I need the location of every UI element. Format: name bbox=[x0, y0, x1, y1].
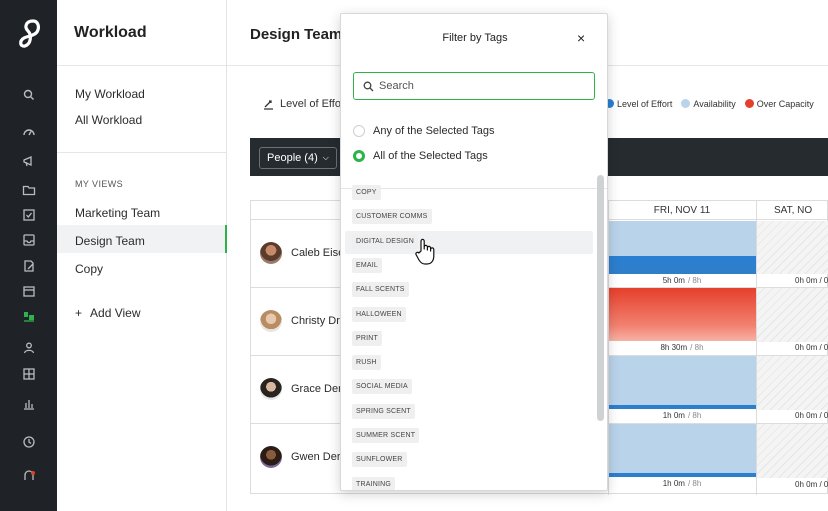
tag-item[interactable]: RUSH bbox=[352, 355, 381, 371]
fri-hours: 1h 0m/ 8h bbox=[662, 479, 702, 488]
reports-bar-chart-icon[interactable] bbox=[19, 394, 39, 414]
add-view-label: Add View bbox=[90, 306, 141, 320]
column-header-fri: FRI, NOV 11 bbox=[608, 201, 756, 220]
tag-item[interactable]: HALLOWEEN bbox=[352, 306, 406, 322]
avatar bbox=[260, 242, 282, 264]
level-of-effort-bar bbox=[609, 256, 756, 274]
close-icon[interactable]: × bbox=[577, 30, 585, 46]
person-name: Gwen Der bbox=[291, 451, 341, 463]
page-title: Design Team bbox=[250, 26, 343, 43]
radio-all-tags[interactable]: All of the Selected Tags bbox=[353, 150, 488, 162]
availability-cell[interactable] bbox=[609, 356, 756, 409]
radio-any-tags[interactable]: Any of the Selected Tags bbox=[353, 125, 495, 137]
hand-pointer-cursor-icon bbox=[415, 238, 435, 265]
folder-icon[interactable] bbox=[19, 180, 39, 200]
fri-hours: 1h 0m/ 8h bbox=[662, 411, 702, 420]
table-row[interactable]: Caleb Eise bbox=[260, 242, 344, 264]
level-of-effort-bar bbox=[609, 405, 756, 409]
add-view-button[interactable]: + Add View bbox=[75, 306, 141, 320]
sidebar-divider bbox=[57, 152, 226, 153]
table-row[interactable]: Christy Dr bbox=[260, 310, 340, 332]
sidebar-view-design-team[interactable]: Design Team bbox=[75, 234, 145, 248]
app-logo-icon[interactable] bbox=[0, 14, 57, 54]
icon-rail bbox=[0, 0, 57, 511]
radio-label: Any of the Selected Tags bbox=[373, 125, 495, 137]
search-icon bbox=[363, 81, 374, 91]
fri-hours: 8h 30m/ 8h bbox=[660, 343, 704, 352]
tag-item[interactable]: SUNFLOWER bbox=[352, 452, 407, 468]
radio-button bbox=[353, 125, 365, 137]
sidebar-view-marketing-team[interactable]: Marketing Team bbox=[75, 206, 160, 220]
edit-document-icon[interactable] bbox=[19, 256, 39, 276]
sidebar-item-my-workload[interactable]: My Workload bbox=[75, 87, 145, 101]
fri-hours: 5h 0m/ 8h bbox=[662, 276, 702, 285]
tag-item[interactable]: FALL SCENTS bbox=[352, 282, 409, 298]
my-views-label: MY VIEWS bbox=[75, 179, 124, 189]
popup-title: Filter by Tags bbox=[442, 32, 508, 44]
person-name: Christy Dr bbox=[291, 315, 340, 327]
tag-item[interactable]: EMAIL bbox=[352, 257, 383, 273]
unavailable-cell bbox=[757, 424, 828, 478]
checkbox-tasks-icon[interactable] bbox=[19, 205, 39, 225]
person-name: Grace Der bbox=[291, 383, 342, 395]
people-dropdown[interactable]: People (4) ⌵ bbox=[259, 147, 337, 169]
workload-sidebar: Workload My Workload All Workload MY VIE… bbox=[57, 0, 227, 511]
megaphone-icon[interactable] bbox=[19, 151, 39, 171]
level-of-effort-icon bbox=[264, 99, 273, 110]
popup-divider bbox=[341, 188, 607, 189]
table-row[interactable]: Gwen Der bbox=[260, 446, 341, 468]
tag-item[interactable]: CUSTOMER COMMS bbox=[352, 209, 432, 225]
popup-scrollbar[interactable] bbox=[597, 175, 604, 421]
sat-hours: 0h 0m / 0 bbox=[795, 480, 828, 489]
notifications-icon[interactable] bbox=[19, 466, 39, 486]
inbox-icon[interactable] bbox=[19, 230, 39, 250]
sat-hours: 0h 0m / 0 bbox=[795, 276, 828, 285]
tag-item[interactable]: TRAINING bbox=[352, 476, 396, 490]
over-capacity-cell[interactable] bbox=[609, 288, 756, 341]
radio-button-selected bbox=[353, 150, 365, 162]
chevron-down-icon: ⌵ bbox=[322, 153, 329, 162]
unavailable-cell bbox=[757, 356, 828, 410]
sidebar-item-all-workload[interactable]: All Workload bbox=[75, 113, 142, 127]
sat-hours: 0h 0m / 0 bbox=[795, 343, 828, 352]
tag-search-input[interactable]: Search bbox=[353, 72, 595, 100]
plus-icon: + bbox=[75, 306, 83, 320]
table-row[interactable]: Grace Der bbox=[260, 378, 342, 400]
person-icon[interactable] bbox=[19, 338, 39, 358]
legend-item-effort: Level of Effort bbox=[605, 99, 672, 109]
search-icon[interactable] bbox=[19, 85, 39, 105]
level-of-effort-bar bbox=[609, 473, 756, 477]
calendar-icon[interactable] bbox=[19, 281, 39, 301]
clock-icon[interactable] bbox=[19, 432, 39, 452]
filter-by-tags-popup: Filter by Tags × Search Any of the Selec… bbox=[340, 13, 608, 491]
unavailable-cell bbox=[757, 288, 828, 342]
unavailable-cell bbox=[757, 221, 828, 274]
tag-item[interactable]: SUMMER SCENT bbox=[352, 428, 420, 443]
avatar bbox=[260, 378, 282, 400]
legend-item-availability: Availability bbox=[681, 99, 736, 109]
legend: Level of Effort Availability Over Capaci… bbox=[605, 99, 814, 109]
person-name: Caleb Eise bbox=[291, 247, 345, 259]
sidebar-view-copy[interactable]: Copy bbox=[75, 262, 103, 276]
legend-item-over-capacity: Over Capacity bbox=[744, 99, 814, 109]
level-of-effort-toggle[interactable]: Level of Effo bbox=[263, 98, 341, 110]
sat-hours: 0h 0m / 0 bbox=[795, 411, 828, 420]
people-dropdown-label: People (4) bbox=[267, 152, 318, 164]
search-placeholder: Search bbox=[379, 80, 414, 92]
tag-item[interactable]: DIGITAL DESIGN bbox=[352, 233, 419, 249]
workload-chart-icon[interactable] bbox=[19, 306, 39, 326]
dashboard-gauge-icon[interactable] bbox=[19, 122, 39, 142]
tag-item[interactable]: SPRING SCENT bbox=[352, 403, 415, 419]
radio-label: All of the Selected Tags bbox=[373, 150, 488, 162]
board-icon[interactable] bbox=[19, 364, 39, 384]
tag-item[interactable]: PRINT bbox=[352, 330, 382, 346]
sidebar-title: Workload bbox=[57, 0, 226, 66]
tag-item[interactable]: SOCIAL MEDIA bbox=[352, 379, 412, 395]
avatar bbox=[260, 310, 282, 332]
level-of-effort-label: Level of Effo bbox=[280, 98, 341, 110]
avatar bbox=[260, 446, 282, 468]
availability-cell[interactable] bbox=[609, 424, 756, 477]
tag-item[interactable]: COPY bbox=[352, 185, 381, 200]
column-header-sat: SAT, NO bbox=[756, 201, 828, 220]
